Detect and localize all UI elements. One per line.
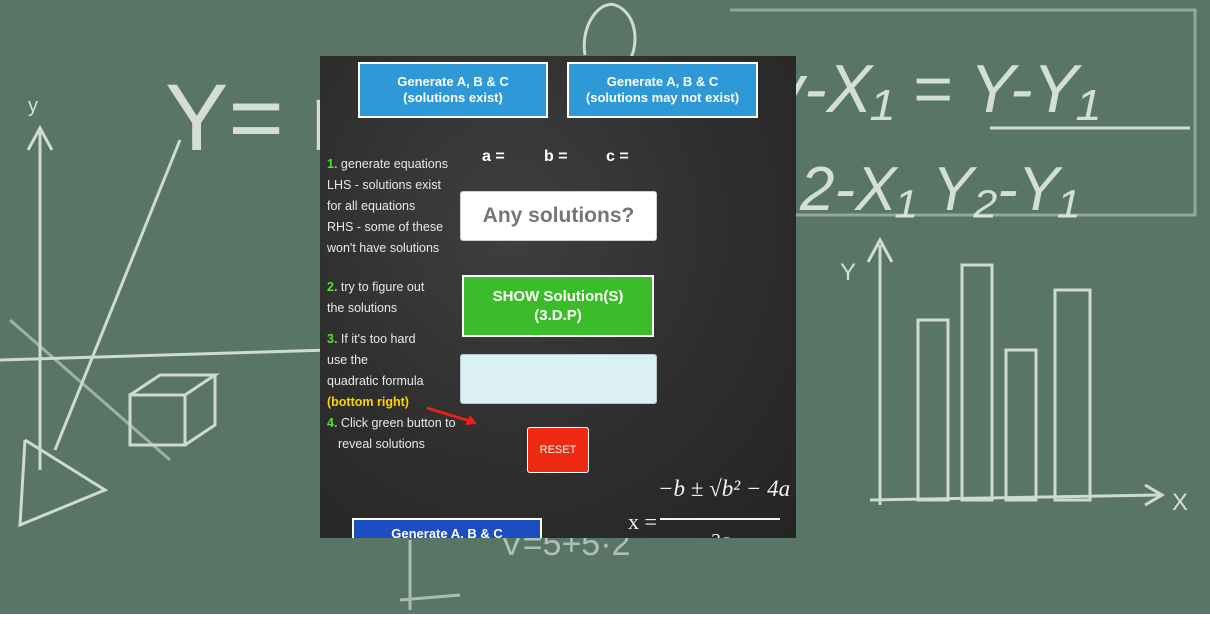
quadratic-formula: −b ± √b² − 4ac x = 2a xyxy=(628,476,790,538)
step-text: If it's too hard xyxy=(340,332,416,346)
formula-x-label: x = xyxy=(628,509,657,534)
solution-output-box xyxy=(460,354,657,404)
red-arrow-icon xyxy=(426,406,477,425)
step-text: reveal solutions xyxy=(338,437,425,451)
svg-text:y: y xyxy=(28,95,38,117)
step-highlight: (bottom right) xyxy=(327,395,409,409)
button-label-line1: Generate A, B & C xyxy=(606,74,719,89)
generate-abc-button[interactable]: Generate A, B & C xyxy=(352,518,542,538)
step-text: RHS - some of these xyxy=(327,220,444,234)
step-text: generate equations xyxy=(340,157,448,171)
button-label-line1: SHOW Solution(S) xyxy=(492,288,624,305)
button-label-line2: (solutions exist) xyxy=(403,90,503,105)
coefficient-a-label: a = xyxy=(482,148,505,165)
formula-denominator: 2a xyxy=(710,530,730,538)
step-number: 2. xyxy=(327,280,338,294)
button-label-line2: (solutions may not exist) xyxy=(585,90,740,105)
step-text: try to figure out xyxy=(340,280,425,294)
instruction-step-2: 2. try to figure out the solutions xyxy=(327,277,467,319)
step-text: LHS - solutions exist xyxy=(327,178,441,192)
step-number: 1. xyxy=(327,157,338,171)
generate-solutions-may-not-exist-button[interactable]: Generate A, B & C (solutions may not exi… xyxy=(567,62,758,118)
step-text: the solutions xyxy=(327,301,398,315)
button-label-line1: Generate A, B & C xyxy=(397,74,509,89)
step-text: for all equations xyxy=(327,199,416,213)
any-solutions-display: Any solutions? xyxy=(460,191,657,241)
formula-numerator: −b ± √b² − 4ac xyxy=(658,476,790,501)
page-bottom-strip xyxy=(0,614,1210,631)
instruction-step-3: 3. If it's too hard use the quadratic fo… xyxy=(327,329,467,413)
step-text: won't have solutions xyxy=(327,241,440,255)
button-label-line2: (3.D.P) xyxy=(534,307,582,324)
instruction-step-1: 1. generate equations LHS - solutions ex… xyxy=(327,154,467,259)
quadratic-worksheet-panel: Generate A, B & C (solutions exist) Gene… xyxy=(320,56,796,538)
step-text: quadratic formula xyxy=(327,374,424,388)
coefficient-b-label: b = xyxy=(544,148,568,165)
svg-text:Y: Y xyxy=(840,259,856,286)
svg-text:2-X₁ Y₂-Y₁: 2-X₁ Y₂-Y₁ xyxy=(799,155,1079,224)
generate-solutions-exist-button[interactable]: Generate A, B & C (solutions exist) xyxy=(358,62,548,118)
show-solutions-button[interactable]: SHOW Solution(S) (3.D.P) xyxy=(462,275,654,337)
svg-text:y-X₁ = Y-Y₁: y-X₁ = Y-Y₁ xyxy=(766,51,1099,127)
step-text: use the xyxy=(327,353,369,367)
step-number: 3. xyxy=(327,332,338,346)
step-number: 4. xyxy=(327,416,338,430)
coefficient-c-label: c = xyxy=(606,148,629,165)
svg-text:X: X xyxy=(1172,489,1188,516)
reset-button[interactable]: RESET xyxy=(527,427,589,473)
